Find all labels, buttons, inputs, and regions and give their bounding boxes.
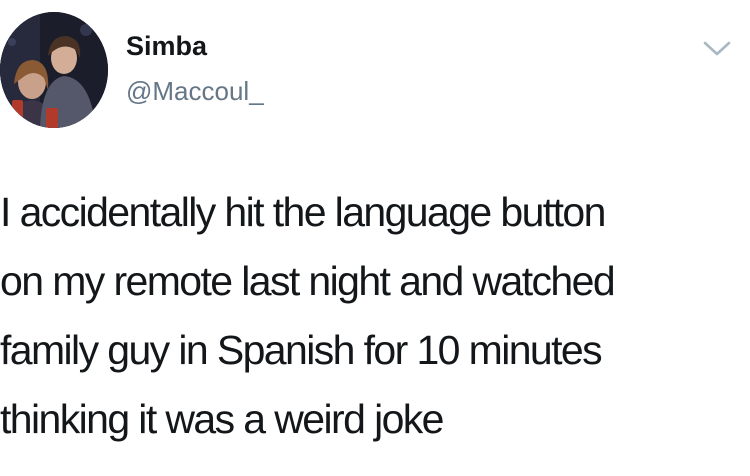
tweet-card: Simba @Maccoul_ I accidentally hit the l… — [0, 0, 750, 476]
tweet-text: I accidentally hit the language button o… — [0, 189, 616, 442]
avatar[interactable] — [0, 12, 108, 128]
profile-photo-icon — [0, 12, 108, 128]
tweet-menu-button[interactable] — [702, 38, 732, 60]
chevron-down-icon — [703, 41, 731, 56]
user-handle[interactable]: @Maccoul_ — [126, 76, 264, 107]
display-name[interactable]: Simba — [126, 31, 207, 62]
